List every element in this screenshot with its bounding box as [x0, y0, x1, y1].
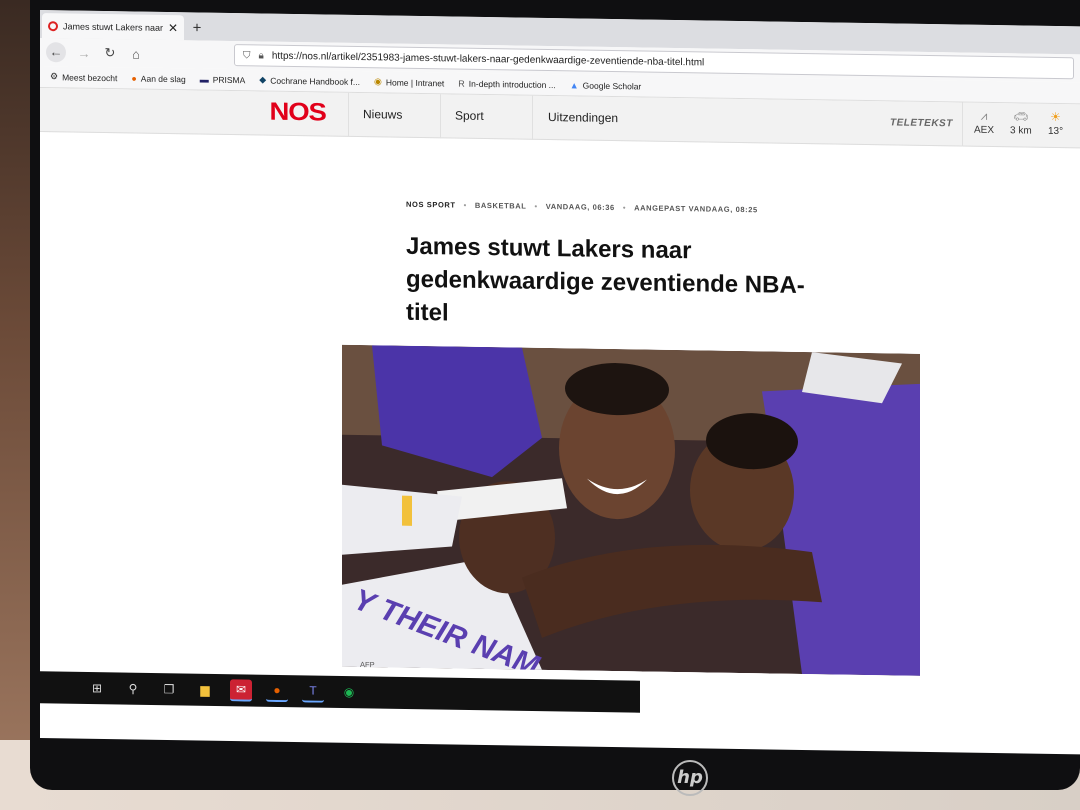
search-icon[interactable]: ⚲: [122, 678, 144, 700]
tab-title: James stuwt Lakers naar geden: [63, 20, 163, 33]
photo-credit: AFP: [360, 660, 375, 670]
lock-icon[interactable]: 🔒︎: [259, 50, 264, 61]
url-text[interactable]: https://nos.nl/artikel/2351983-james-stu…: [272, 50, 704, 68]
forward-button[interactable]: →: [76, 45, 92, 60]
article-published: VANDAAG, 06:36: [545, 201, 615, 213]
outlook-icon[interactable]: ✉: [230, 679, 252, 702]
intranet-icon: ◉: [374, 76, 382, 87]
nav-divider: [962, 102, 963, 147]
nav-uitzendingen[interactable]: Uitzendingen: [548, 110, 618, 125]
traffic-widget[interactable]: 🚗︎ 3 km: [1010, 109, 1032, 136]
bookmark-intranet[interactable]: ◉ Home | Intranet: [374, 76, 444, 88]
prisma-icon: ▬: [199, 74, 209, 85]
weather-icon: ☀: [1050, 109, 1061, 125]
nos-logo[interactable]: NOS: [269, 98, 325, 128]
bookmark-meest-bezocht[interactable]: ⚙ Meest bezocht: [50, 71, 117, 83]
teletekst-link[interactable]: TELETEKST: [890, 117, 953, 129]
monitor-screen: James stuwt Lakers naar geden ✕ + ← → ↻ …: [40, 10, 1080, 755]
nav-divider: [440, 94, 441, 139]
browser-tab[interactable]: James stuwt Lakers naar geden ✕: [42, 13, 184, 41]
article-source[interactable]: NOS SPORT: [406, 200, 456, 210]
article-headline: James stuwt Lakers naar gedenkwaardige z…: [406, 232, 805, 327]
nav-divider: [348, 92, 349, 137]
teams-icon[interactable]: T: [302, 680, 324, 703]
lakers-celebration-photo: Y THEIR NAM: [342, 344, 920, 676]
bookmark-prisma[interactable]: ▬ PRISMA: [200, 74, 246, 85]
windows-start-icon[interactable]: ⊞: [86, 677, 108, 699]
close-tab-icon[interactable]: ✕: [168, 21, 178, 35]
bookmark-aan-de-slag[interactable]: ● Aan de slag: [131, 73, 185, 84]
meta-separator: •: [534, 201, 538, 211]
nav-divider: [532, 95, 533, 140]
nav-sport[interactable]: Sport: [455, 109, 484, 123]
bookmark-in-depth[interactable]: R In-depth introduction ...: [458, 78, 555, 90]
meta-separator: •: [622, 203, 627, 213]
article-meta: NOS SPORT • BASKETBAL • VANDAAG, 06:36 •…: [406, 200, 758, 215]
reload-button[interactable]: ↻: [102, 45, 118, 61]
meta-separator: •: [463, 200, 467, 210]
hp-logo: hp: [672, 760, 708, 796]
scholar-icon: ▲: [569, 79, 579, 90]
car-icon: 🚗︎: [1013, 109, 1029, 124]
nos-favicon-icon: [48, 20, 58, 31]
home-button[interactable]: ⌂: [128, 46, 144, 61]
new-tab-button[interactable]: +: [184, 15, 210, 40]
file-explorer-icon[interactable]: ▆: [194, 679, 216, 701]
task-view-icon[interactable]: ❐: [158, 678, 180, 700]
weather-widget[interactable]: ☀ 13°: [1048, 110, 1063, 137]
back-button[interactable]: ←: [46, 42, 66, 63]
firefox-taskbar-icon[interactable]: ●: [266, 679, 288, 703]
tracking-shield-icon[interactable]: ⛉: [243, 50, 251, 61]
article-hero-image[interactable]: Y THEIR NAM: [342, 344, 920, 676]
article-updated: AANGEPAST VANDAAG, 08:25: [634, 203, 758, 215]
chart-icon: ⩘: [980, 108, 988, 123]
r-icon: R: [458, 78, 465, 89]
article-category[interactable]: BASKETBAL: [475, 201, 527, 211]
firefox-icon: ●: [131, 72, 137, 84]
nav-nieuws[interactable]: Nieuws: [363, 107, 402, 122]
bookmark-cochrane[interactable]: ◆ Cochrane Handbook f...: [259, 74, 360, 87]
cochrane-icon: ◆: [259, 74, 267, 85]
gear-icon: ⚙: [50, 71, 59, 82]
aex-widget[interactable]: ⩘ AEX: [974, 109, 994, 136]
spotify-icon[interactable]: ◉: [338, 681, 360, 703]
bookmark-google-scholar[interactable]: ▲ Google Scholar: [570, 80, 642, 91]
